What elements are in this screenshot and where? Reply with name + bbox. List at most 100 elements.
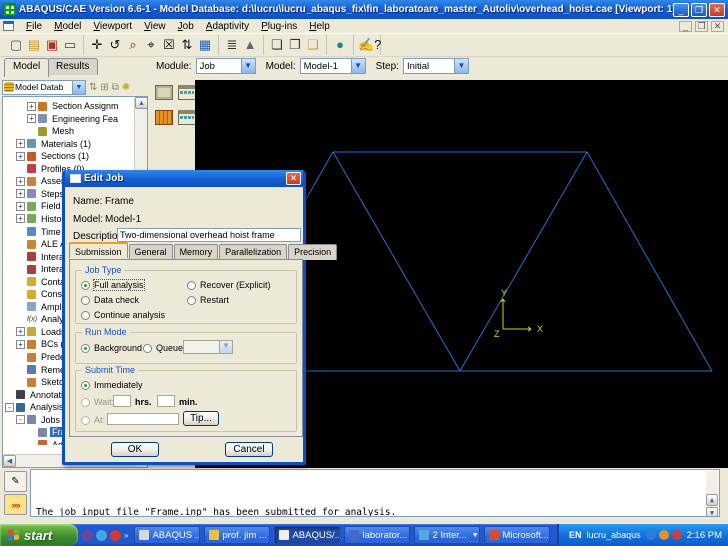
pan-icon[interactable]: ✛ xyxy=(88,36,106,54)
job-create-icon[interactable] xyxy=(178,85,196,100)
expand-icon[interactable]: + xyxy=(27,102,36,111)
cycle-views-icon[interactable]: ⇅ xyxy=(178,36,196,54)
model-database-select[interactable]: Model Datab ▼ xyxy=(2,80,86,95)
dialog-close-icon[interactable]: ✕ xyxy=(286,172,301,185)
taskbar-task-laborator[interactable]: laborator... xyxy=(344,526,410,544)
menu-model[interactable]: Model xyxy=(48,20,87,33)
radio-off-icon[interactable] xyxy=(143,344,152,353)
scroll-up-icon[interactable]: ▲ xyxy=(135,97,148,109)
expand-icon[interactable]: + xyxy=(16,189,25,198)
radio-off-icon[interactable] xyxy=(187,296,196,305)
taskbar-task-2-inter[interactable]: 2 Inter...▼ xyxy=(414,526,480,544)
expand-icon[interactable]: + xyxy=(27,114,36,123)
tree-item-materials-1[interactable]: + Materials (1) xyxy=(16,138,93,150)
tree-item-label[interactable]: Analysis xyxy=(28,402,66,412)
mdi-restore-button[interactable]: ❐ xyxy=(695,21,708,32)
module-select[interactable]: Job ▼ xyxy=(196,58,256,74)
chevron-down-icon[interactable]: ▼ xyxy=(454,59,468,73)
task-group-chevron-icon[interactable]: ▼ xyxy=(472,532,479,539)
message-log[interactable]: ▲ ▼ The job input file "Frame.inp" has b… xyxy=(30,469,720,517)
tray-color-icon[interactable] xyxy=(672,530,682,540)
expand-icon[interactable]: + xyxy=(16,139,25,148)
step-select[interactable]: Initial ▼ xyxy=(403,58,469,74)
taskbar-task-abaqus[interactable]: ABAQUS/... xyxy=(274,526,340,544)
radio-recover-explicit[interactable]: Recover (Explicit) xyxy=(187,280,271,290)
message-scrollbar[interactable]: ▲ ▼ xyxy=(706,471,718,517)
radio-off-icon[interactable] xyxy=(81,296,90,305)
view-cube-shaded-icon[interactable]: ❑ xyxy=(304,36,322,54)
radio-restart[interactable]: Restart xyxy=(187,295,229,305)
tree-item-sections-1[interactable]: + Sections (1) xyxy=(16,150,91,162)
tree-item-analysis[interactable]: - Analysis xyxy=(5,401,66,413)
radio-background[interactable]: Background xyxy=(81,343,142,353)
start-button[interactable]: start xyxy=(0,524,78,546)
menu-adaptivity[interactable]: Adaptivity xyxy=(200,20,255,33)
description-field[interactable]: Two-dimensional overhead hoist frame xyxy=(117,228,301,242)
create-copy-icon[interactable]: ⧉ xyxy=(112,82,119,93)
context-help-icon[interactable]: ✍? xyxy=(358,36,376,54)
close-button[interactable]: ✕ xyxy=(709,3,725,17)
taskbar-task-microsoft[interactable]: Microsoft... xyxy=(484,526,550,544)
scroll-up-icon[interactable]: ▲ xyxy=(706,494,718,506)
cancel-button[interactable]: Cancel xyxy=(225,442,273,457)
expand-all-icon[interactable]: ⊞ xyxy=(100,82,108,93)
fit-view-icon[interactable]: ☒ xyxy=(160,36,178,54)
collapse-icon[interactable]: - xyxy=(16,415,25,424)
tab-results[interactable]: Results xyxy=(47,58,98,75)
opera-quick-launch-icon[interactable] xyxy=(110,530,121,541)
query-globe-icon[interactable]: ● xyxy=(331,36,349,54)
tab-model[interactable]: Model xyxy=(4,58,49,77)
tree-item-label[interactable]: Section Assignm xyxy=(50,101,121,111)
ie-quick-launch-icon[interactable] xyxy=(96,530,107,541)
collapse-icon[interactable]: - xyxy=(5,403,14,412)
view-cube-wire-icon[interactable]: ❏ xyxy=(268,36,286,54)
taskbar-clock[interactable]: 2:16 PM xyxy=(687,530,722,541)
dialog-tab-memory[interactable]: Memory xyxy=(174,244,219,260)
dialog-tab-general[interactable]: General xyxy=(129,244,173,260)
spin-arrows-icon[interactable]: ⇅ xyxy=(89,82,97,93)
radio-continue-analysis[interactable]: Continue analysis xyxy=(81,310,165,320)
command-line-tab[interactable]: »» xyxy=(4,494,27,515)
mdi-close-button[interactable]: ✕ xyxy=(711,21,724,32)
radio-on-icon[interactable] xyxy=(81,281,90,290)
radio-off-icon[interactable] xyxy=(187,281,196,290)
restore-button[interactable]: ❐ xyxy=(691,3,707,17)
tree-item-label[interactable]: Materials (1) xyxy=(39,139,93,149)
menu-file[interactable]: File xyxy=(20,20,48,33)
keyboard-layout-label[interactable]: lucru_abaqus xyxy=(587,530,641,540)
lightbulb-icon[interactable]: ✺ xyxy=(122,82,130,93)
radio-queue[interactable]: Queue: xyxy=(143,343,186,353)
scroll-down-icon[interactable]: ▼ xyxy=(706,507,718,517)
ok-button[interactable]: OK xyxy=(111,442,159,457)
tree-item-section-assignm[interactable]: + Section Assignm xyxy=(27,100,121,112)
menu-plugins[interactable]: Plug-ins xyxy=(255,20,303,33)
adaptivity-icon[interactable] xyxy=(155,110,173,125)
save-icon[interactable]: ▣ xyxy=(43,36,61,54)
tray-square-icon[interactable] xyxy=(659,530,669,540)
tree-item-engineering-fea[interactable]: + Engineering Fea xyxy=(27,113,120,125)
tree-item-label[interactable]: Engineering Fea xyxy=(50,114,120,124)
new-file-icon[interactable]: ▢ xyxy=(7,36,25,54)
model-select[interactable]: Model-1 ▼ xyxy=(300,58,366,74)
dialog-tab-precision[interactable]: Precision xyxy=(288,244,337,260)
radio-full-analysis[interactable]: Full analysis xyxy=(81,280,144,290)
menu-viewport[interactable]: Viewport xyxy=(87,20,138,33)
tree-item-label[interactable]: Sections (1) xyxy=(39,151,91,161)
viewport-grid-icon[interactable]: ▦ xyxy=(196,36,214,54)
menu-view[interactable]: View xyxy=(138,20,172,33)
render-shaded-icon[interactable]: ▲ xyxy=(241,36,259,54)
expand-icon[interactable]: + xyxy=(16,177,25,186)
magnify-icon[interactable]: ⌕ xyxy=(124,36,142,54)
mdi-minimize-button[interactable]: _ xyxy=(679,21,692,32)
tree-item-label[interactable]: Mesh xyxy=(50,126,76,136)
view-cube-hidden-icon[interactable]: ❐ xyxy=(286,36,304,54)
radio-data-check[interactable]: Data check xyxy=(81,295,139,305)
language-indicator[interactable]: EN xyxy=(569,530,582,540)
quick-launch-overflow-icon[interactable]: » xyxy=(124,531,128,540)
message-area-tab[interactable]: ✎ xyxy=(4,471,27,492)
dialog-title-bar[interactable]: Edit Job ✕ xyxy=(65,170,303,187)
radio-off-icon[interactable] xyxy=(81,311,90,320)
chevron-down-icon[interactable]: ▼ xyxy=(72,81,85,94)
expand-icon[interactable]: + xyxy=(16,152,25,161)
print-icon[interactable]: ▭ xyxy=(61,36,79,54)
